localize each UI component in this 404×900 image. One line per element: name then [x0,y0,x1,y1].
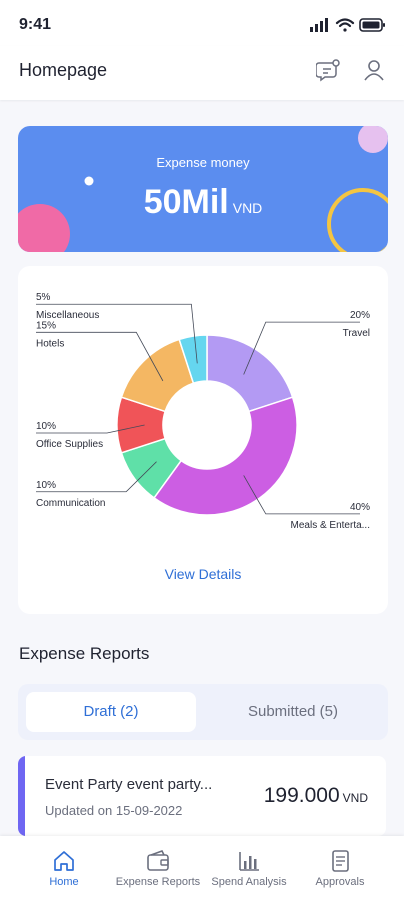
slice-category-label: Communication [36,498,105,509]
status-time: 9:41 [19,16,52,33]
slice-value-label: 15% [36,320,56,331]
bottom-nav: Home Expense Reports Spend Analysis Appr… [0,836,404,900]
home-icon [54,851,74,871]
report-updated-label: Updated on [45,803,113,818]
wifi-icon [335,18,355,32]
report-list-item[interactable]: Event Party event party... Updated on 15… [18,756,386,836]
expense-reports-title: Expense Reports [19,644,150,663]
user-icon[interactable] [361,57,387,83]
app-header: Homepage [0,46,404,100]
nav-expense-reports[interactable]: Expense Reports [110,836,206,900]
status-bar: 9:41 [0,0,404,46]
expense-amount: 50Mil VND [18,183,388,222]
nav-home-label: Home [49,876,79,888]
slice-value-label: 10% [36,480,56,491]
report-accent-bar [18,756,25,836]
page-title: Homepage [19,60,108,80]
signal-icon [310,18,328,32]
bar-chart-icon [239,852,259,871]
amount-currency: VND [232,200,263,216]
report-tabs: Draft (2) Submitted (5) [18,684,388,740]
tab-submitted[interactable]: Submitted (5) [206,692,380,732]
wallet-icon [147,850,169,871]
expense-label: Expense money [156,155,250,170]
slice-value-label: 10% [36,421,56,432]
amount-value: 50Mil [143,183,229,221]
nav-approvals-label: Approvals [315,876,365,888]
slice-category-label: Miscellaneous [36,310,99,321]
nav-spend-analysis-label: Spend Analysis [211,876,287,888]
expense-summary-card: Expense money 50Mil VND [18,126,388,252]
nav-expense-reports-label: Expense Reports [115,876,201,888]
report-updated-date: 15-09-2022 [115,803,183,818]
slice-category-label: Meals & Enterta... [291,520,370,531]
view-details-link[interactable]: View Details [18,566,388,582]
expense-breakdown-card: 20% Travel 40% Meals & Enterta... 10% Communi… [18,266,388,614]
status-icons [310,18,385,32]
chat-bubble-icon[interactable] [316,57,342,83]
report-title: Event Party event party... [45,776,213,793]
report-amount: 199.000 VND [264,784,368,808]
report-amount-currency: VND [342,791,368,805]
battery-icon [359,18,385,32]
tab-draft[interactable]: Draft (2) [26,692,196,732]
report-updated: Updated on 15-09-2022 [45,803,182,818]
slice-value-label: 5% [36,292,51,303]
slice-value-label: 20% [350,310,370,321]
nav-home[interactable]: Home [24,836,104,900]
report-amount-value: 199.000 [263,784,340,807]
document-icon [332,850,349,872]
donut-slice-travel [206,334,294,413]
slice-category-label: Hotels [36,338,64,349]
nav-approvals[interactable]: Approvals [300,836,380,900]
nav-spend-analysis[interactable]: Spend Analysis [206,836,292,900]
expense-donut-chart: 20% Travel 40% Meals & Enterta... 10% Communi… [36,292,370,531]
slice-category-label: Office Supplies [36,439,103,450]
slice-value-label: 40% [350,502,370,513]
slice-category-label: Travel [343,328,370,339]
